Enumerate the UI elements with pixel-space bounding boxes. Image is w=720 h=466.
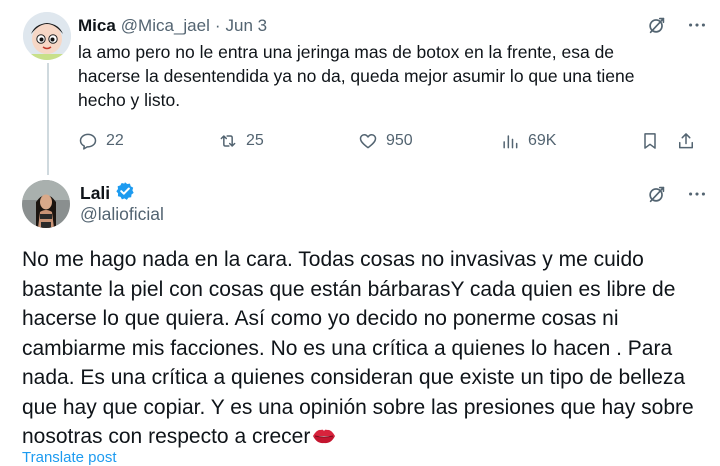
reply-button[interactable]: 22 (78, 128, 124, 154)
reply-top-icons (646, 14, 708, 41)
thread-connector-line (47, 63, 49, 175)
more-options-icon[interactable] (686, 183, 708, 210)
kiss-mark-icon (312, 424, 336, 454)
retweet-count: 25 (246, 132, 264, 149)
post-date[interactable]: Jun 3 (226, 16, 268, 36)
like-button[interactable]: 950 (358, 128, 413, 154)
share-icon (679, 133, 693, 149)
share-button[interactable] (676, 128, 696, 154)
retweet-icon (220, 135, 236, 147)
analytics-icon (503, 135, 518, 149)
translate-post-link[interactable]: Translate post (22, 449, 117, 466)
grok-icon[interactable] (646, 14, 668, 41)
avatar-mica[interactable] (23, 12, 71, 60)
separator-dot: · (214, 16, 221, 35)
reply-icon (79, 133, 97, 150)
main-post-text: No me hago nada en la cara. Todas cosas … (22, 245, 712, 454)
author-handle[interactable]: @Mica_jael (121, 16, 210, 36)
grok-icon[interactable] (646, 183, 668, 210)
reply-action-bar: 22 25 950 69K (78, 128, 698, 154)
author-handle[interactable]: @lalioficial (80, 204, 164, 225)
main-author-row: Lali (80, 181, 135, 205)
view-count: 69K (528, 132, 557, 149)
reply-count: 22 (106, 132, 124, 149)
author-name[interactable]: Lali (80, 183, 110, 204)
main-top-icons (646, 183, 708, 210)
more-options-icon[interactable] (686, 14, 708, 41)
main-post-text-content: No me hago nada en la cara. Todas cosas … (22, 248, 694, 448)
reply-header: Mica @Mica_jael · Jun 3 (78, 14, 267, 38)
avatar-lali[interactable] (22, 180, 70, 228)
views-button[interactable]: 69K (500, 128, 556, 154)
like-count: 950 (386, 132, 413, 149)
heart-icon (359, 134, 377, 149)
bookmark-icon (644, 133, 656, 149)
retweet-button[interactable]: 25 (218, 128, 264, 154)
reply-text: la amo pero no le entra una jeringa mas … (78, 42, 635, 110)
author-name[interactable]: Mica (78, 16, 116, 36)
bookmark-button[interactable] (640, 128, 660, 154)
verified-badge-icon[interactable] (115, 181, 135, 206)
